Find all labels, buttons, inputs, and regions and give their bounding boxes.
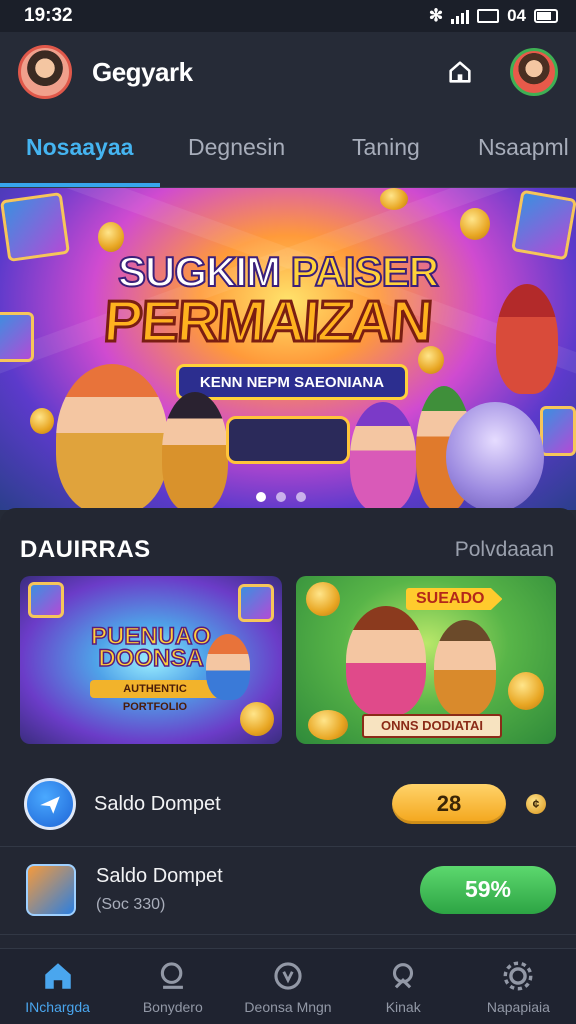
hero-character bbox=[56, 364, 168, 510]
home-button[interactable] bbox=[440, 52, 480, 92]
promo-banner[interactable]: SUGKIM PAISER PERMAIZAN KENN NEPM SAEONI… bbox=[0, 188, 576, 510]
progress-button[interactable]: 59% bbox=[420, 865, 556, 914]
carousel-dot[interactable] bbox=[296, 492, 306, 502]
card-footer: ONNS DODIATAI bbox=[362, 714, 502, 738]
tab-bar: Nosaayaa Degnesin Taning Nsaapml bbox=[0, 112, 576, 188]
nav-label: INchargda bbox=[25, 998, 90, 1015]
purple-hair-character bbox=[350, 402, 416, 510]
trophy-icon bbox=[393, 962, 414, 988]
coin-decoration bbox=[308, 710, 348, 740]
settings-icon bbox=[503, 961, 533, 990]
girl-character bbox=[162, 392, 228, 510]
status-icons: ✻ 04 bbox=[429, 6, 558, 26]
nav-label: Napapiaia bbox=[486, 998, 550, 1015]
status-battery-text: 04 bbox=[507, 6, 526, 25]
game-card-2[interactable]: SUEADO ONNS DODIATAI bbox=[296, 576, 556, 744]
coin-decoration bbox=[508, 672, 544, 710]
see-all-link[interactable]: Polvdaaan bbox=[455, 538, 554, 562]
nav-label: Bonydero bbox=[142, 998, 203, 1015]
coin-icon: ¢ bbox=[526, 794, 546, 814]
wallet-sublabel: (Soc 330) bbox=[96, 896, 166, 913]
carousel-dot[interactable] bbox=[276, 492, 286, 502]
game-tile-decoration bbox=[511, 189, 576, 261]
nav-rank[interactable]: Kinak bbox=[346, 949, 461, 1024]
red-wolf-character bbox=[496, 284, 558, 394]
game-tile-decoration bbox=[238, 584, 274, 622]
wallet-icon bbox=[24, 778, 76, 830]
wallet-label: Saldo Dompet bbox=[96, 865, 223, 887]
search-icon bbox=[160, 961, 183, 989]
carousel-dot[interactable] bbox=[256, 492, 266, 502]
banner-game-logo bbox=[226, 416, 350, 464]
game-thumbnail bbox=[26, 863, 76, 916]
game-tile-decoration bbox=[540, 406, 576, 456]
card-tag: SUEADO bbox=[406, 588, 503, 610]
game-tile-decoration bbox=[0, 191, 71, 263]
battery-icon bbox=[534, 9, 558, 23]
nav-settings[interactable]: Napapiaia bbox=[461, 949, 576, 1024]
nav-search[interactable]: Bonydero bbox=[115, 949, 230, 1024]
tab-nosaayaa[interactable]: Nosaayaa bbox=[26, 134, 133, 161]
card-title: PUENUAO DOONSA bbox=[90, 623, 212, 672]
signal-icon bbox=[451, 8, 470, 24]
nav-label: Deonsa Mngn bbox=[244, 998, 332, 1015]
bluetooth-icon: ✻ bbox=[428, 6, 444, 25]
robot-character bbox=[446, 402, 544, 510]
section-header: DAUIRRAS Polvdaaan bbox=[20, 536, 554, 564]
game-card-1[interactable]: PUENUAO DOONSA AUTHENTIC PORTFOLIO bbox=[20, 576, 282, 744]
wallet-row-1[interactable]: Saldo Dompet 28 ¢ bbox=[0, 764, 576, 844]
tab-nsaapml[interactable]: Nsaapml bbox=[478, 134, 569, 161]
section-title: DAUIRRAS bbox=[20, 536, 151, 563]
tab-taning[interactable]: Taning bbox=[352, 134, 420, 161]
banner-ribbon: KENN NEPM SAEONIANA bbox=[176, 364, 408, 400]
active-tab-indicator bbox=[0, 183, 160, 187]
game-tile-decoration bbox=[0, 312, 34, 362]
game-tile-decoration bbox=[28, 582, 64, 618]
card-character bbox=[346, 606, 426, 716]
coin-decoration bbox=[240, 702, 274, 736]
nav-label: Kinak bbox=[385, 998, 421, 1015]
banner-title-line2: PERMAIZAN bbox=[100, 288, 434, 356]
tab-degnesin[interactable]: Degnesin bbox=[188, 134, 285, 161]
wallet-balance-button[interactable]: 28 bbox=[392, 784, 506, 824]
featured-section: DAUIRRAS Polvdaaan PUENUAO DOONSA AUTHEN… bbox=[0, 508, 576, 948]
wallet-row-2[interactable]: Saldo Dompet (Soc 330) 59% bbox=[0, 846, 576, 932]
home-icon bbox=[44, 962, 71, 989]
house-icon bbox=[449, 61, 471, 83]
card-character bbox=[206, 634, 250, 700]
status-time: 19:32 bbox=[24, 5, 73, 26]
wallet-label: Saldo Dompet bbox=[94, 792, 221, 815]
wallet-text: Saldo Dompet (Soc 330) bbox=[96, 865, 223, 914]
profile-avatar[interactable] bbox=[18, 45, 72, 99]
coin-decoration bbox=[460, 208, 490, 240]
app-header: Gegyark bbox=[0, 32, 576, 112]
coin-decoration bbox=[30, 408, 54, 434]
card-character bbox=[434, 620, 496, 716]
friend-avatar[interactable] bbox=[510, 48, 558, 96]
divider bbox=[0, 934, 576, 935]
compass-icon bbox=[274, 961, 302, 990]
app-screen: 19:32 ✻ 04 Gegyark Nosaayaa Degnesin Tan… bbox=[0, 0, 576, 1024]
bottom-navigation: INchargda Bonydero Deonsa Mngn Kinak Nap… bbox=[0, 948, 576, 1024]
status-bar: 19:32 ✻ 04 bbox=[0, 0, 576, 32]
coin-decoration bbox=[380, 188, 408, 210]
wifi-icon bbox=[477, 9, 500, 23]
card-subtitle: AUTHENTIC PORTFOLIO bbox=[90, 680, 220, 713]
carousel-indicator bbox=[256, 492, 306, 502]
app-title: Gegyark bbox=[92, 56, 193, 87]
nav-explore[interactable]: Deonsa Mngn bbox=[230, 949, 345, 1024]
nav-home[interactable]: INchargda bbox=[0, 949, 115, 1024]
plane-icon bbox=[40, 796, 60, 814]
coin-decoration bbox=[306, 582, 340, 616]
